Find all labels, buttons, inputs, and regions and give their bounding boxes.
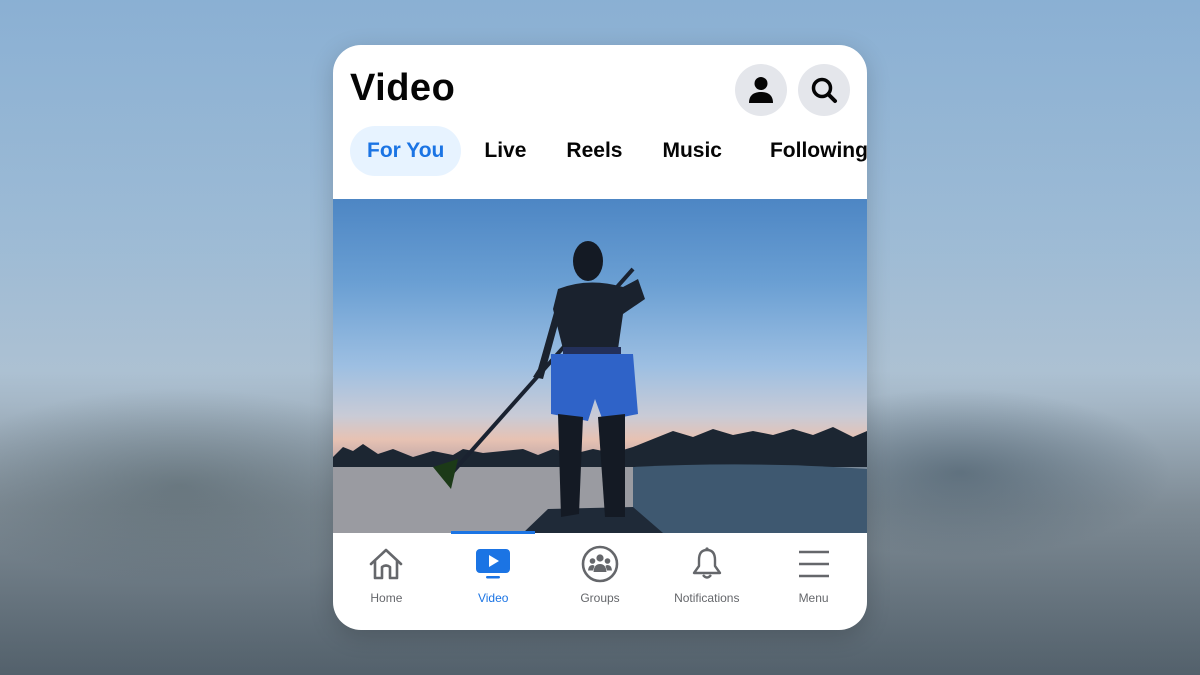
nav-home[interactable]: Home bbox=[333, 533, 440, 630]
bottom-navigation: Home Video Groups Notifications Menu bbox=[333, 533, 867, 630]
menu-icon bbox=[798, 550, 829, 578]
tab-for-you[interactable]: For You bbox=[350, 126, 462, 176]
nav-notifications[interactable]: Notifications bbox=[653, 533, 760, 630]
tab-music[interactable]: Music bbox=[645, 126, 739, 176]
groups-icon bbox=[581, 545, 619, 583]
person-icon bbox=[749, 77, 773, 103]
nav-groups-label: Groups bbox=[580, 591, 620, 605]
profile-button[interactable] bbox=[735, 64, 787, 116]
tab-following[interactable]: Following bbox=[753, 126, 867, 176]
nav-video[interactable]: Video bbox=[440, 533, 547, 630]
tab-live[interactable]: Live bbox=[467, 126, 543, 176]
video-tabs: For You Live Reels Music Following bbox=[350, 126, 867, 176]
nav-menu-label: Menu bbox=[798, 591, 829, 605]
home-icon bbox=[370, 548, 403, 580]
video-app-card: Video For You Live Reels Music Following bbox=[333, 45, 867, 630]
tab-reels[interactable]: Reels bbox=[549, 126, 639, 176]
search-button[interactable] bbox=[798, 64, 850, 116]
nav-video-label: Video bbox=[477, 591, 509, 605]
nav-groups[interactable]: Groups bbox=[547, 533, 654, 630]
nav-notifications-label: Notifications bbox=[674, 591, 740, 605]
nav-home-label: Home bbox=[370, 591, 403, 605]
page-title: Video bbox=[350, 67, 456, 109]
search-icon bbox=[811, 77, 837, 103]
nav-menu[interactable]: Menu bbox=[760, 533, 867, 630]
video-frame bbox=[333, 241, 867, 533]
video-icon bbox=[476, 549, 511, 579]
header: Video For You Live Reels Music Following bbox=[333, 45, 867, 200]
video-player[interactable] bbox=[333, 199, 867, 533]
bell-icon bbox=[692, 547, 721, 579]
